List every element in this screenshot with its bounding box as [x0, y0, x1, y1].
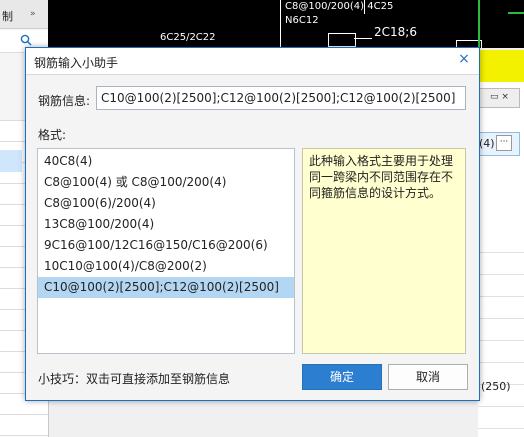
cancel-button[interactable]: 取消	[388, 364, 468, 390]
format-list-item[interactable]: C8@100(6)/200(4)	[38, 193, 294, 214]
close-icon[interactable]: ×	[457, 52, 471, 66]
menu-label[interactable]: 制	[2, 8, 13, 24]
ellipsis-button[interactable]: ···	[496, 135, 512, 151]
rebar-info-label: 钢筋信息:	[38, 94, 91, 108]
cad-rectangle	[328, 33, 356, 47]
format-list-item[interactable]: 9C16@100/12C16@150/C16@200(6)	[38, 235, 294, 256]
cad-line	[280, 0, 281, 48]
cad-annotation: 2C18;6	[374, 25, 417, 39]
right-cell-value: (250)	[481, 380, 511, 393]
rebar-input-dialog: 钢筋输入小助手 × 钢筋信息: 格式: 40C8(4) C8@100(4) 或 …	[25, 47, 480, 401]
cad-highlight-line	[508, 12, 524, 14]
dialog-titlebar[interactable]: 钢筋输入小助手 ×	[26, 48, 479, 75]
format-list[interactable]: 40C8(4) C8@100(4) 或 C8@100/200(4) C8@100…	[37, 148, 295, 354]
cad-line	[364, 0, 365, 14]
right-table[interactable]	[478, 252, 524, 437]
cad-annotation: C8@100/200(4) 4C25	[285, 1, 394, 12]
cad-highlight-line	[478, 0, 480, 48]
cad-line	[354, 38, 372, 39]
window-controls-icon[interactable]: ▭ ×	[490, 92, 509, 102]
format-list-item[interactable]: 40C8(4)	[38, 151, 294, 172]
format-list-item[interactable]: C10@100(2)[2500];C12@100(2)[2500]	[38, 277, 294, 298]
format-list-item[interactable]: 10C10@100(4)/C8@200(2)	[38, 256, 294, 277]
format-description: 此种输入格式主要用于处理同一跨梁内不同范围存在不同箍筋信息的设计方式。	[302, 148, 466, 354]
cad-annotation: 6C25/2C22	[160, 32, 216, 43]
format-list-item[interactable]: C8@100(4) 或 C8@100/200(4)	[38, 172, 294, 193]
ok-button[interactable]: 确定	[302, 364, 382, 390]
cad-canvas[interactable]: 6C25/2C22 C8@100/200(4) 4C25 N6C12 2C18;…	[48, 0, 524, 50]
chevron-right-icon[interactable]: »	[30, 9, 36, 19]
cad-selection-band	[478, 50, 524, 82]
right-cell-value: (4)	[479, 137, 495, 150]
format-label: 格式:	[38, 128, 67, 142]
left-table-selected-cell[interactable]	[0, 150, 22, 172]
format-list-item[interactable]: 13C8@100/200(4)	[38, 214, 294, 235]
left-menu-bar[interactable]: 制 »	[0, 0, 48, 29]
dialog-title: 钢筋输入小助手	[34, 56, 119, 70]
cad-annotation: N6C12	[285, 15, 319, 26]
rebar-info-input[interactable]	[96, 86, 466, 110]
tip-text: 小技巧：双击可直接添加至钢筋信息	[38, 372, 231, 386]
